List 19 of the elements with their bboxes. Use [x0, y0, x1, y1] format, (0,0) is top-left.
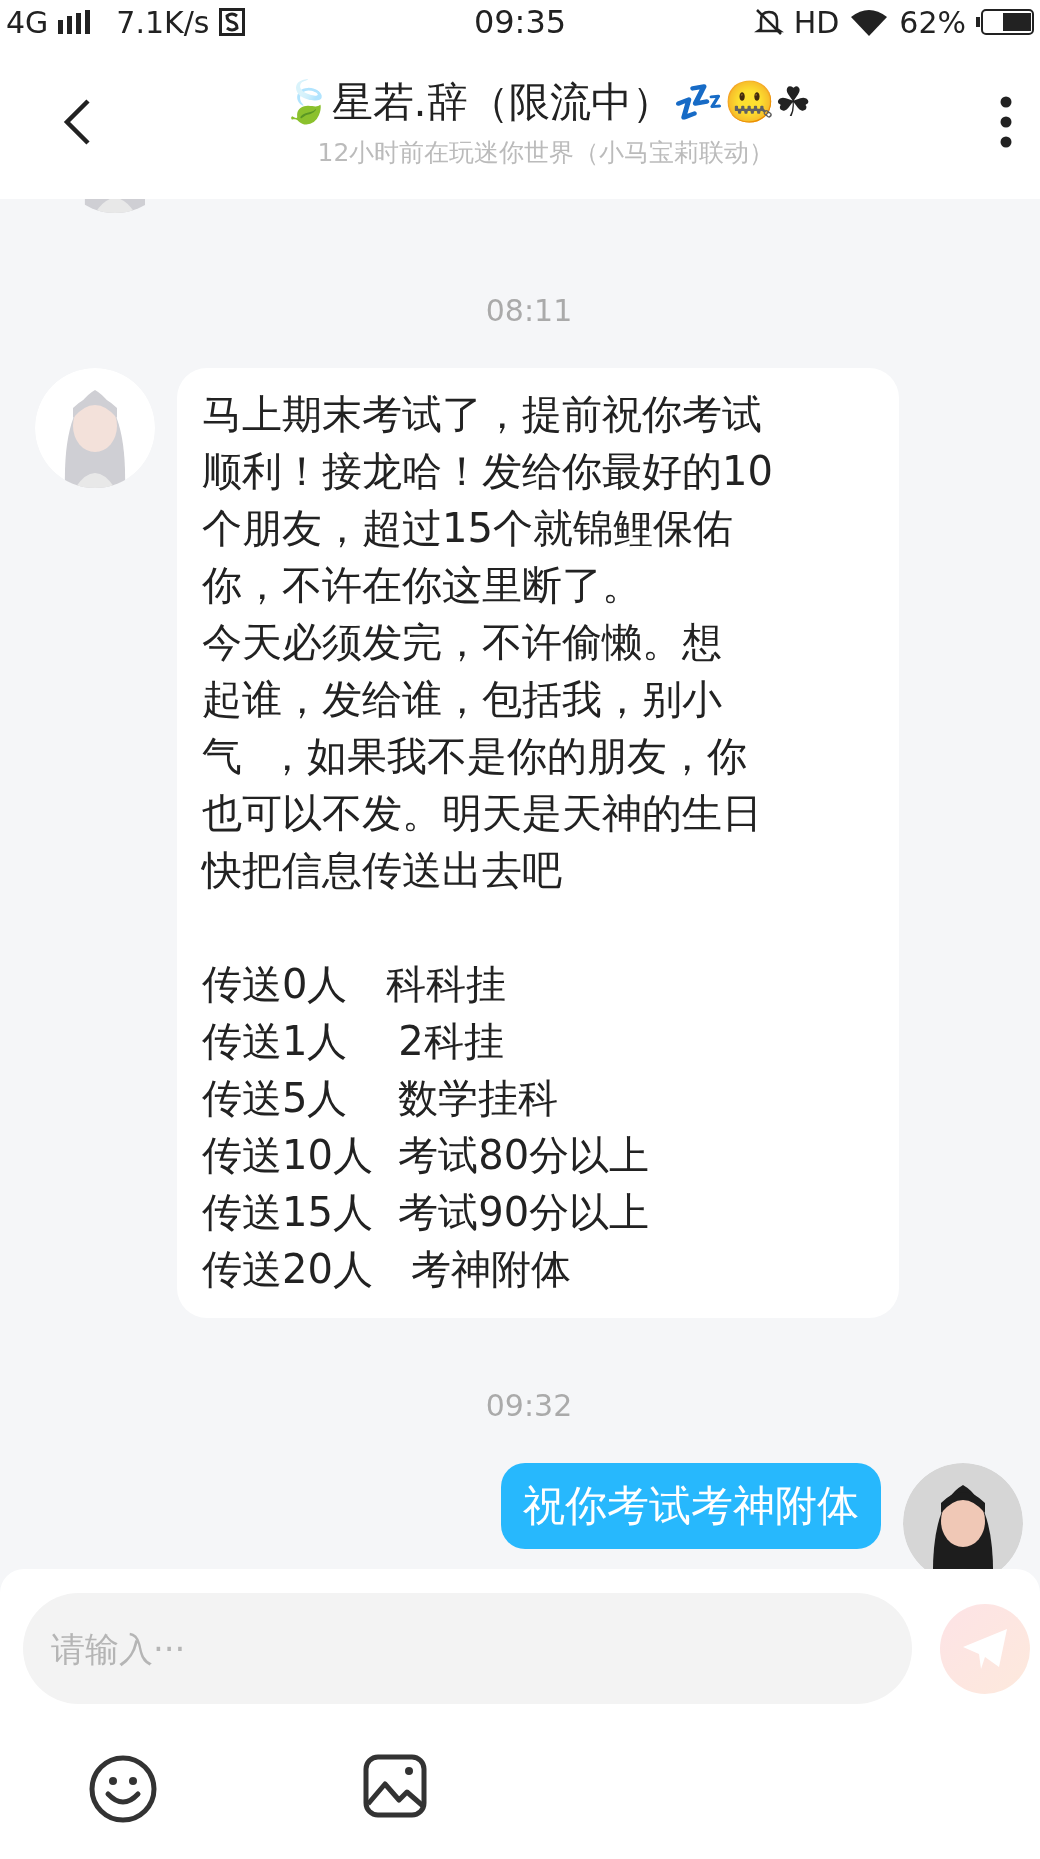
signal-icon	[58, 10, 93, 34]
timestamp: 09:32	[485, 1388, 573, 1423]
timestamp: 08:11	[485, 293, 573, 328]
network-speed: 7.1K/s	[116, 4, 210, 40]
message-input[interactable]: 请输入···	[23, 1593, 912, 1704]
battery-icon	[976, 9, 1034, 35]
clock: 09:35	[473, 3, 567, 41]
muted-bell-icon	[753, 7, 784, 37]
message-bubble: 马上期末考试了，提前祝你考试 顺利！接龙哈！发给你最好的10 个朋友，超过15个就锦鲤保佑 你，不许在你这里断了。 今天必须发完，不许偷懒。想 起谁，发给谁，包括我，别小 气 ，如果我不是你的朋友，你 也可以不发。明天是天神的生日 快把信息传送出去吧 传送0人 科科挂 传送1人 2科挂 传送5人 数学挂科 传送10人 考试80分以上 传送15人 考试90分以上 传送20人 考神附体	[177, 368, 899, 1318]
wifi-icon	[849, 8, 890, 36]
chat-title: 🍃星若.辞（限流中）💤🤐☘	[280, 76, 812, 128]
more-menu-button[interactable]	[1000, 95, 1012, 148]
battery-percent: 62%	[899, 4, 966, 40]
emoji-button[interactable]	[88, 1754, 158, 1824]
network-type: 4G	[6, 4, 49, 40]
back-button[interactable]	[62, 97, 92, 146]
chat-subtitle: 12小时前在玩迷你世界（小马宝莉联动）	[317, 136, 775, 169]
hd-label: HD	[793, 4, 840, 40]
message-bubble: 祝你考试考神附体	[501, 1463, 881, 1549]
